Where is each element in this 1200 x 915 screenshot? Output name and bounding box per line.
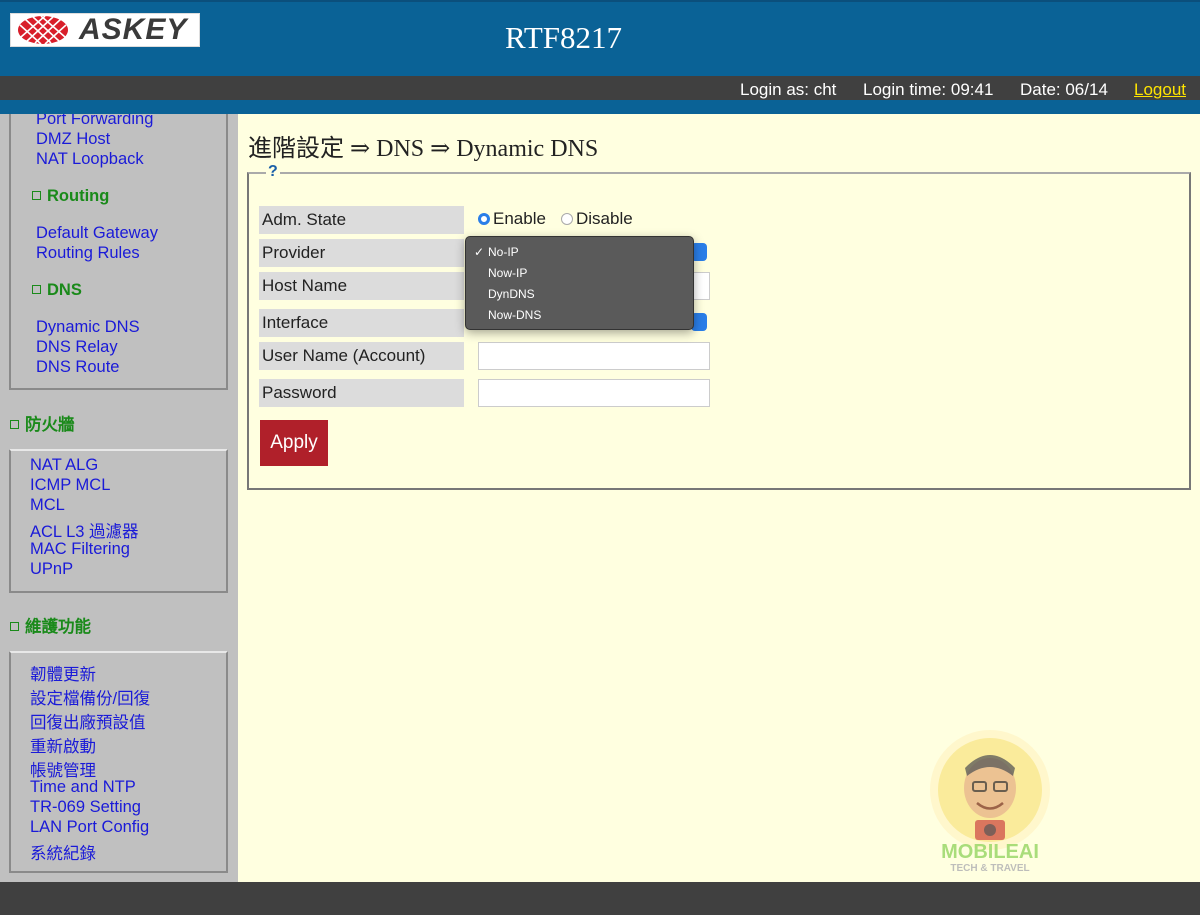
page-title: 進階設定 ⇒ DNS ⇒ Dynamic DNS [248,136,599,162]
sidebar-item-lan-port-config[interactable]: LAN Port Config [30,818,149,837]
label-user-name: User Name (Account) [259,342,464,370]
sidebar-item-default-gateway[interactable]: Default Gateway [36,224,158,243]
sidebar-item-factory-reset[interactable]: 回復出廠預設值 [30,709,146,733]
sidebar-item-system-log[interactable]: 系統紀錄 [30,840,96,864]
current-date: Date: 06/14 [1020,80,1108,99]
square-bullet-icon [32,191,41,200]
sidebar-item-port-forwarding[interactable]: Port Forwarding [36,114,153,129]
header-divider [0,100,1200,114]
square-bullet-icon [10,420,19,429]
sidebar-head-dns[interactable]: DNS [32,281,82,300]
apply-button[interactable]: Apply [260,420,328,466]
askey-logo-mark-icon [18,15,68,45]
mobileai-watermark-logo: MOBILEAI TECH & TRAVEL [930,730,1050,874]
sidebar-item-firmware-update[interactable]: 韌體更新 [30,661,96,685]
radio-enable[interactable]: Enable [478,209,546,229]
label-password: Password [259,379,464,407]
provider-option-now-ip[interactable]: Now-IP [466,263,693,284]
password-input[interactable] [478,379,710,407]
watermark-name: MOBILEAI [941,841,1039,863]
radio-unchecked-icon [561,213,573,225]
logout-link[interactable]: Logout [1134,80,1186,100]
help-link[interactable]: ? [266,163,280,181]
sidebar-item-nat-alg[interactable]: NAT ALG [30,456,98,475]
square-bullet-icon [32,285,41,294]
provider-option-no-ip[interactable]: ✓ No-IP [466,242,693,263]
sidebar-item-routing-rules[interactable]: Routing Rules [36,244,140,263]
label-interface: Interface [259,309,464,337]
watermark-tagline: TECH & TRAVEL [950,863,1029,874]
sidebar: Port Forwarding DMZ Host NAT Loopback Ro… [0,114,238,882]
provider-dropdown-menu[interactable]: ✓ No-IP Now-IP DynDNS Now-DNS [465,236,694,330]
model-title: RTF8217 [505,20,622,55]
sidebar-item-config-backup[interactable]: 設定檔備份/回復 [30,685,150,709]
footer-bar [0,882,1200,915]
sidebar-item-reboot[interactable]: 重新啟動 [30,733,96,757]
sidebar-head-routing[interactable]: Routing [32,187,109,206]
sidebar-item-tr069[interactable]: TR-069 Setting [30,798,141,817]
provider-option-now-dns[interactable]: Now-DNS [466,305,693,326]
user-name-input[interactable] [478,342,710,370]
radio-checked-icon [478,213,490,225]
sidebar-item-upnp[interactable]: UPnP [30,560,73,579]
checkmark-icon: ✓ [474,245,485,259]
sidebar-item-mcl[interactable]: MCL [30,496,65,515]
sidebar-item-nat-loopback[interactable]: NAT Loopback [36,150,144,169]
logo-text: ASKEY [79,13,188,46]
sidebar-item-dns-route[interactable]: DNS Route [36,358,119,377]
sidebar-item-icmp-mcl[interactable]: ICMP MCL [30,476,110,495]
sidebar-head-firewall[interactable]: 防火牆 [10,411,75,435]
sidebar-item-mac-filtering[interactable]: MAC Filtering [30,540,130,559]
login-time: Login time: 09:41 [863,80,994,99]
status-bar: Login as: cht Login time: 09:41 Date: 06… [0,76,1200,102]
askey-logo: ASKEY [10,13,200,47]
sidebar-item-dmz-host[interactable]: DMZ Host [36,130,110,149]
header-bar: ASKEY RTF8217 [0,0,1200,76]
radio-disable[interactable]: Disable [561,209,633,229]
sidebar-item-time-ntp[interactable]: Time and NTP [30,778,136,797]
sidebar-item-dynamic-dns[interactable]: Dynamic DNS [36,318,140,337]
label-adm-state: Adm. State [259,206,464,234]
square-bullet-icon [10,622,19,631]
sidebar-head-maintenance[interactable]: 維護功能 [10,613,91,637]
sidebar-item-dns-relay[interactable]: DNS Relay [36,338,118,357]
label-provider: Provider [259,239,464,267]
login-user: Login as: cht [740,80,837,99]
sidebar-item-acl-l3[interactable]: ACL L3 過濾器 [30,518,139,542]
label-host-name: Host Name [259,272,464,300]
provider-option-dyndns[interactable]: DynDNS [466,284,693,305]
